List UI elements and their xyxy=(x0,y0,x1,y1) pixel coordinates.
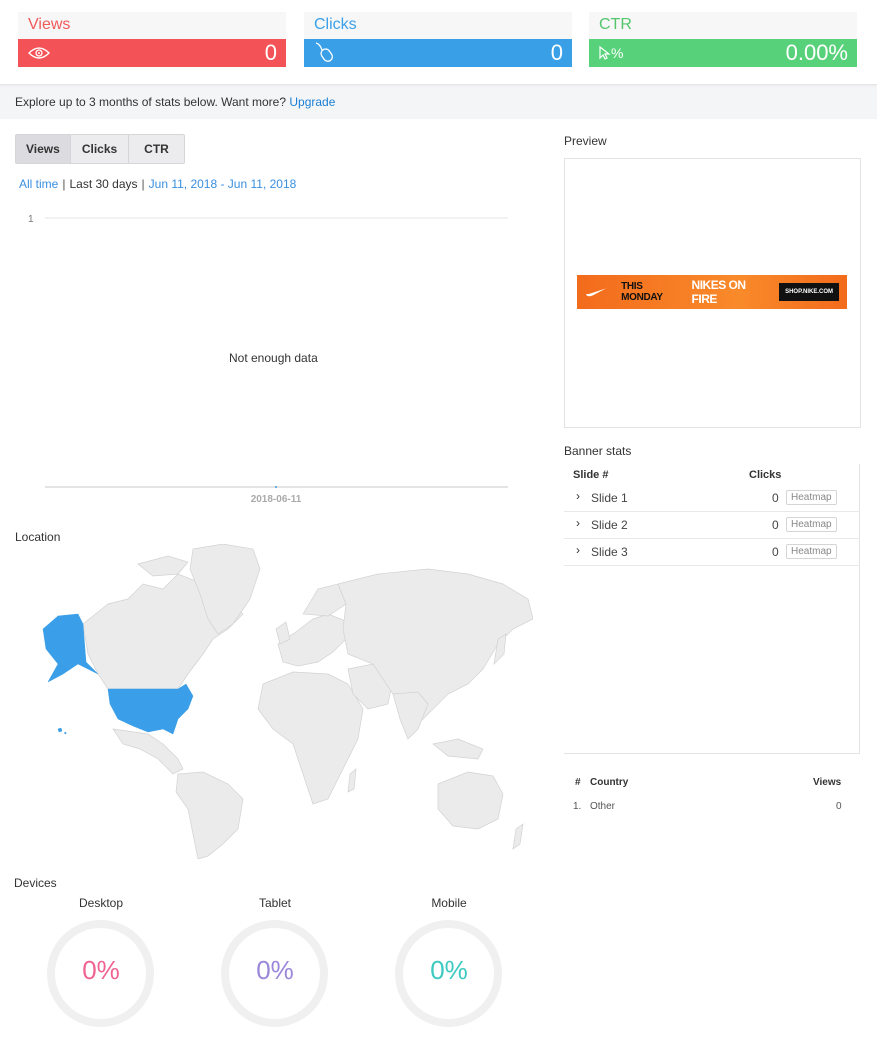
banner-ad[interactable]: THIS MONDAY NIKES ON FIRE SHOP.NIKE.COM xyxy=(577,275,847,309)
world-map xyxy=(42,544,533,859)
explore-notice: Explore up to 3 months of stats below. W… xyxy=(15,95,335,109)
chevron-right-icon[interactable]: › xyxy=(576,489,580,503)
last-30-days[interactable]: Last 30 days xyxy=(69,177,137,191)
slide-clicks: 0 xyxy=(772,545,779,559)
y-tick-label: 1 xyxy=(28,214,34,225)
map-mexico xyxy=(112,728,184,775)
clicks-bar: 0 xyxy=(304,39,572,67)
device-label: Tablet xyxy=(258,896,292,910)
map-hawaii xyxy=(57,727,67,735)
country-row-num: 1. xyxy=(573,801,582,812)
clicks-value: 0 xyxy=(550,40,563,65)
tab-clicks[interactable]: Clicks xyxy=(71,135,130,163)
device-tablet: Tablet 0% xyxy=(220,896,330,1027)
empty-chart-message: Not enough data xyxy=(229,351,318,365)
metric-tabs: Views Clicks CTR xyxy=(15,134,185,164)
tab-views[interactable]: Views xyxy=(16,135,71,163)
banner-text-3: SHOP.NIKE.COM xyxy=(779,283,839,301)
map-new-zealand xyxy=(512,823,524,850)
map-arctic-islands xyxy=(137,555,189,577)
views-value: 0 xyxy=(264,40,277,65)
preview-box: THIS MONDAY NIKES ON FIRE SHOP.NIKE.COM xyxy=(564,158,861,428)
slide-column-header: Slide # xyxy=(573,469,609,481)
device-percent: 0% xyxy=(82,955,120,985)
banner-text-1: THIS MONDAY xyxy=(621,281,663,303)
ctr-bar: % 0.00% xyxy=(589,39,857,67)
country-column-header: Country xyxy=(590,777,629,788)
tab-ctr[interactable]: CTR xyxy=(129,135,184,163)
map-indonesia xyxy=(432,738,484,760)
cursor-percent-icon: % xyxy=(599,45,623,61)
device-label: Mobile xyxy=(431,896,467,910)
x-tick-label: 2018-06-11 xyxy=(251,494,302,505)
country-row-views: 0 xyxy=(836,801,842,812)
data-point xyxy=(275,486,277,488)
slide-name: Slide 1 xyxy=(591,491,628,505)
ctr-icon-text: % xyxy=(611,45,624,61)
ctr-kpi: CTR % 0.00% xyxy=(589,12,857,67)
map-south-america xyxy=(175,771,244,859)
slide-clicks: 0 xyxy=(772,518,779,532)
device-percent: 0% xyxy=(256,955,294,985)
location-title: Location xyxy=(15,530,61,544)
device-mobile: Mobile 0% xyxy=(394,896,504,1027)
upgrade-link[interactable]: Upgrade xyxy=(289,95,335,109)
separator: | xyxy=(141,177,145,191)
banner-text-2: NIKES ON FIRE xyxy=(691,278,747,306)
views-kpi: Views 0 xyxy=(18,12,286,67)
device-percent: 0% xyxy=(430,955,468,985)
ctr-label: CTR xyxy=(589,12,857,39)
explore-text: Explore up to 3 months of stats below. W… xyxy=(15,95,287,109)
device-desktop: Desktop 0% xyxy=(46,896,156,1027)
separator: | xyxy=(62,177,66,191)
clicks-label: Clicks xyxy=(304,12,572,39)
main-panel: Views Clicks CTR All time | Last 30 days | J… xyxy=(0,119,877,1039)
slide-name: Slide 2 xyxy=(591,518,628,532)
clicks-column-header: Clicks xyxy=(749,469,782,481)
map-madagascar xyxy=(347,768,357,793)
slide-clicks: 0 xyxy=(772,491,779,505)
views-column-header: Views xyxy=(813,777,842,788)
heatmap-button[interactable]: Heatmap xyxy=(786,544,837,559)
eye-icon xyxy=(28,46,50,60)
nike-swoosh-icon xyxy=(585,288,607,297)
preview-title: Preview xyxy=(564,134,607,148)
country-row-name: Other xyxy=(590,801,616,812)
map-usa xyxy=(107,683,194,735)
mouse-icon xyxy=(314,42,336,64)
chevron-right-icon[interactable]: › xyxy=(576,516,580,530)
num-column-header: # xyxy=(575,777,581,788)
map-australia xyxy=(437,771,504,830)
device-label: Desktop xyxy=(78,896,124,910)
devices-title: Devices xyxy=(14,876,57,890)
table-row[interactable]: › Slide 3 0 Heatmap xyxy=(564,539,860,566)
all-time-link[interactable]: All time xyxy=(19,177,58,191)
banner-stats-title: Banner stats xyxy=(564,444,632,458)
ctr-value: 0.00% xyxy=(785,40,848,65)
date-range: All time | Last 30 days | Jun 11, 2018 - Jun… xyxy=(19,177,296,191)
views-bar: 0 xyxy=(18,39,286,67)
heatmap-button[interactable]: Heatmap xyxy=(786,490,837,505)
banner-stats-table: Slide # Clicks › Slide 1 0 Heatmap › Sli… xyxy=(564,464,860,754)
heatmap-button[interactable]: Heatmap xyxy=(786,517,837,532)
clicks-kpi: Clicks 0 xyxy=(304,12,572,67)
kpi-card: Views 0 Clicks 0 CTR % 0.00% xyxy=(0,0,877,85)
chevron-right-icon[interactable]: › xyxy=(576,543,580,557)
map-africa xyxy=(257,671,364,805)
views-label: Views xyxy=(18,12,286,39)
slide-name: Slide 3 xyxy=(591,545,628,559)
table-row[interactable]: › Slide 2 0 Heatmap xyxy=(564,512,860,539)
date-range-picker[interactable]: Jun 11, 2018 - Jun 11, 2018 xyxy=(149,177,297,191)
table-row[interactable]: › Slide 1 0 Heatmap xyxy=(564,485,860,512)
map-india xyxy=(392,691,429,740)
